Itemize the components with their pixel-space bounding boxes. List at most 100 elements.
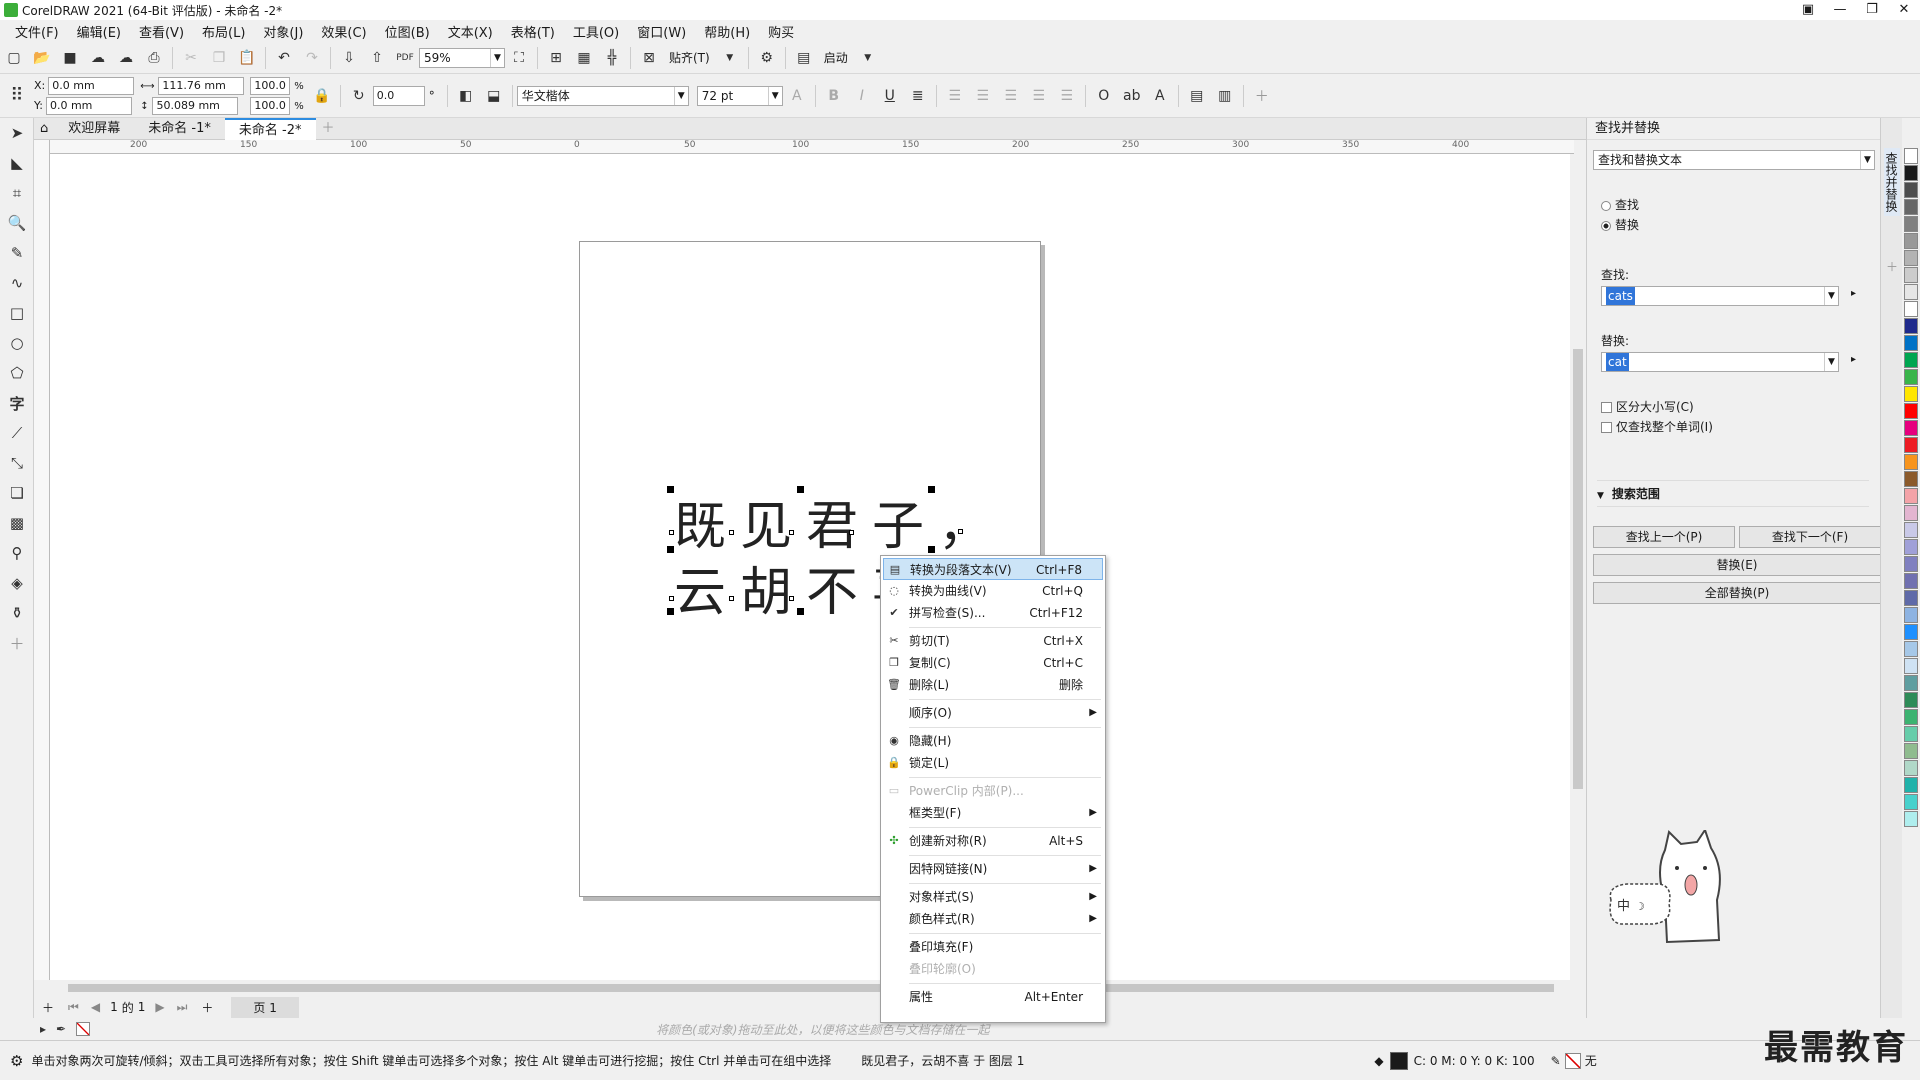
object-origin-icon[interactable]: ⠿ — [3, 82, 31, 110]
menu-item-convert-curves[interactable]: ◌ 转换为曲线(V) Ctrl+Q — [883, 580, 1103, 602]
radio-replace[interactable]: 替换 — [1601, 216, 1639, 233]
undo-icon[interactable]: ↶ — [273, 47, 295, 69]
menu-view[interactable]: 查看(V) — [130, 22, 193, 41]
color-swatch[interactable] — [1904, 437, 1918, 453]
x-position-field[interactable]: 0.0 mm — [48, 76, 135, 95]
menu-tools[interactable]: 工具(O) — [564, 22, 628, 41]
replace-button[interactable]: 替换(E) — [1593, 554, 1881, 576]
minimize-button[interactable]: — — [1824, 0, 1856, 20]
first-page-icon[interactable]: ⏮ — [68, 1000, 79, 1015]
pick-tool-icon[interactable]: ➤ — [0, 118, 34, 148]
align-none-icon[interactable]: ≣ — [907, 85, 929, 107]
color-swatch[interactable] — [1904, 216, 1918, 232]
menu-item-order[interactable]: 顺序(O) ▶ — [883, 702, 1103, 724]
selection-handle[interactable] — [667, 608, 674, 615]
chevron-down-icon[interactable]: ▼ — [719, 47, 741, 69]
vertical-scrollbar[interactable] — [1570, 154, 1586, 980]
color-swatch[interactable] — [1904, 165, 1918, 181]
color-swatch[interactable] — [1904, 794, 1918, 810]
show-grid-icon[interactable]: ▦ — [573, 47, 595, 69]
whole-word-checkbox[interactable]: 仅查找整个单词(I) — [1601, 418, 1713, 435]
vertical-ruler[interactable] — [34, 140, 50, 980]
color-swatch[interactable] — [1904, 454, 1918, 470]
selection-handle[interactable] — [667, 486, 674, 493]
color-swatch[interactable] — [1904, 352, 1918, 368]
color-swatch[interactable] — [1904, 284, 1918, 300]
menu-item-spellcheck[interactable]: ✔ 拼写检查(S)... Ctrl+F12 — [883, 602, 1103, 624]
selection-handle[interactable] — [667, 546, 674, 553]
snap-to-dropdown[interactable]: 贴齐(T) — [669, 49, 710, 66]
selection-handle[interactable] — [797, 608, 804, 615]
home-icon[interactable]: ⌂ — [34, 118, 54, 140]
edit-text-icon[interactable]: A — [1149, 85, 1171, 107]
color-swatch[interactable] — [1904, 811, 1918, 827]
menu-file[interactable]: 文件(F) — [6, 22, 68, 41]
scale-width-field[interactable]: 100.0 — [250, 76, 291, 95]
menu-item-cut[interactable]: ✂ 剪切(T) Ctrl+X — [883, 630, 1103, 652]
artistic-media-tool-icon[interactable]: ∿ — [0, 268, 34, 298]
numbered-list-icon[interactable]: ☰ — [972, 85, 994, 107]
color-swatch[interactable] — [1904, 250, 1918, 266]
kerning-handle[interactable] — [958, 529, 963, 534]
new-tab-icon[interactable]: ＋ — [316, 118, 341, 140]
menu-item-create-symmetry[interactable]: ✣ 创建新对称(R) Alt+S — [883, 830, 1103, 852]
color-swatch[interactable] — [1904, 675, 1918, 691]
color-swatch[interactable] — [1904, 692, 1918, 708]
y-position-field[interactable]: 0.0 mm — [45, 96, 132, 115]
height-field[interactable]: 50.089 mm — [152, 96, 239, 115]
selection-handle[interactable] — [797, 486, 804, 493]
redo-icon[interactable]: ↷ — [301, 47, 323, 69]
menu-item-copy[interactable]: ❐ 复制(C) Ctrl+C — [883, 652, 1103, 674]
color-swatch[interactable] — [1904, 743, 1918, 759]
text-properties-icon[interactable]: ab — [1121, 85, 1143, 107]
color-swatch[interactable] — [1904, 573, 1918, 589]
color-swatch[interactable] — [1904, 301, 1918, 317]
color-swatch[interactable] — [1904, 471, 1918, 487]
find-replace-side-tab[interactable]: 查找并替换 — [1884, 148, 1900, 216]
color-swatch[interactable] — [1904, 488, 1918, 504]
menu-item-hide[interactable]: ◉ 隐藏(H) — [883, 730, 1103, 752]
show-rulers-icon[interactable]: ⊞ — [545, 47, 567, 69]
node-handle[interactable] — [789, 530, 794, 535]
import-icon[interactable]: ⇩ — [338, 47, 360, 69]
paste-icon[interactable]: 📋 — [236, 47, 258, 69]
color-swatch[interactable] — [1904, 386, 1918, 402]
export-icon[interactable]: ⇧ — [366, 47, 388, 69]
find-input[interactable]: cats ▼ — [1601, 286, 1839, 306]
launch-dropdown[interactable]: 启动 — [824, 49, 848, 66]
color-swatch[interactable] — [1904, 522, 1918, 538]
ellipse-tool-icon[interactable]: ○ — [0, 328, 34, 358]
node-handle[interactable] — [789, 596, 794, 601]
zoom-level-dropdown[interactable]: 59% ▼ — [419, 47, 505, 68]
tab-untitled-2[interactable]: 未命名 -2* — [224, 117, 316, 140]
radio-find[interactable]: 查找 — [1601, 196, 1639, 213]
color-swatch[interactable] — [1904, 539, 1918, 555]
bold-icon[interactable]: B — [823, 85, 845, 107]
rotate-icon[interactable]: ↻ — [348, 85, 370, 107]
add-tool-icon[interactable]: ＋ — [0, 628, 34, 658]
lock-ratio-icon[interactable]: 🔒 — [311, 85, 333, 107]
show-guidelines-icon[interactable]: ╬ — [601, 47, 623, 69]
smart-fill-tool-icon[interactable]: ⚱ — [0, 598, 34, 628]
opentype-icon[interactable]: O — [1093, 85, 1115, 107]
scroll-thumb[interactable] — [68, 984, 1554, 992]
options-gear-icon[interactable]: ⚙ — [756, 47, 778, 69]
horizontal-ruler[interactable]: 200 150 100 50 0 50 100 150 200 250 300 … — [50, 140, 1574, 154]
print-icon[interactable]: ⎙ — [143, 47, 165, 69]
color-swatch[interactable] — [1904, 233, 1918, 249]
color-swatch[interactable] — [1904, 148, 1918, 164]
menu-window[interactable]: 窗口(W) — [628, 22, 695, 41]
add-icon[interactable]: ＋ — [1251, 85, 1273, 107]
color-swatch[interactable] — [1904, 403, 1918, 419]
color-swatch[interactable] — [1904, 335, 1918, 351]
indent-icon[interactable]: ☰ — [1028, 85, 1050, 107]
color-swatch[interactable] — [1904, 658, 1918, 674]
color-swatch[interactable] — [1904, 556, 1918, 572]
replace-options-arrow-icon[interactable]: ▸ — [1851, 354, 1856, 365]
cloud-download-icon[interactable]: ☁ — [87, 47, 109, 69]
menu-item-delete[interactable]: 🗑 删除(L) 删除 — [883, 674, 1103, 696]
connector-tool-icon[interactable]: ⤡ — [0, 448, 34, 478]
node-handle[interactable] — [849, 530, 854, 535]
color-swatch[interactable] — [1904, 369, 1918, 385]
launch-icon[interactable]: ▤ — [793, 47, 815, 69]
